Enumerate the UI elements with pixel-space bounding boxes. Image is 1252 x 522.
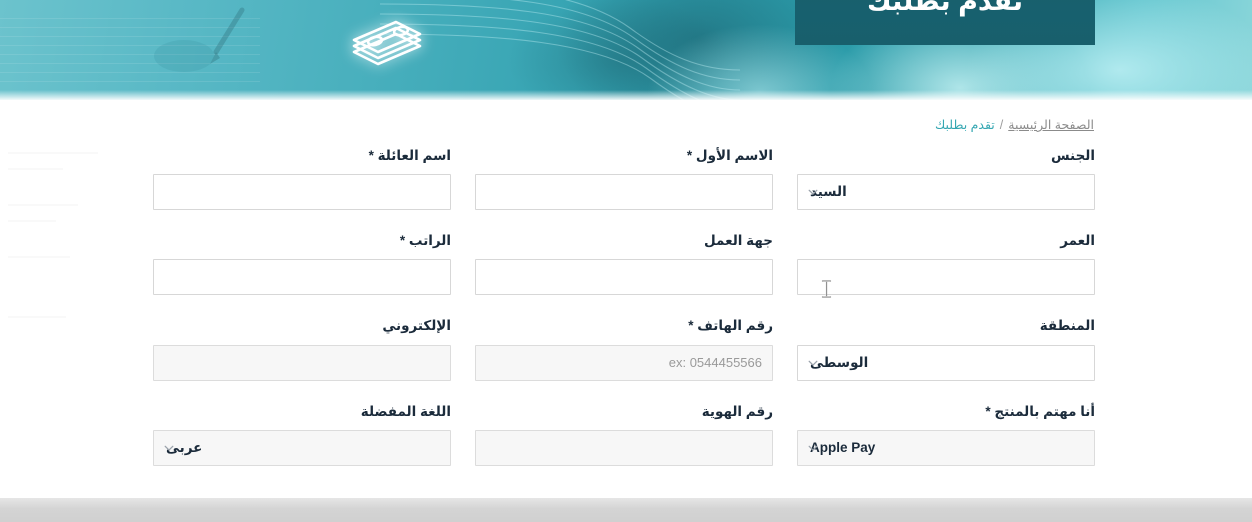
field-1-1-label-text: جهة العمل xyxy=(704,233,773,249)
field-0-2-required-marker: * xyxy=(368,148,374,163)
breadcrumb-home-link[interactable]: الصفحة الرئيسية xyxy=(1008,117,1094,132)
field-1-2-input[interactable] xyxy=(154,260,450,295)
field-3-1-input[interactable] xyxy=(476,430,772,465)
field-0-1-input-wrap[interactable] xyxy=(475,174,773,211)
field-1-2-input-wrap[interactable] xyxy=(153,259,451,296)
money-stack-icon xyxy=(348,14,426,74)
form-field: رقم الهوية xyxy=(475,404,773,466)
form-row: الجنس السيد الاسم الأول * اسم العائلة * xyxy=(153,148,1095,211)
field-2-2-input[interactable] xyxy=(154,345,450,380)
field-0-2-input[interactable] xyxy=(154,175,450,210)
application-form: الجنس السيد الاسم الأول * اسم العائلة * العم… xyxy=(0,148,1252,466)
field-1-0-label: العمر xyxy=(797,233,1095,249)
form-field: اللغة المفضلة عربى xyxy=(153,404,451,466)
field-0-2-input-wrap[interactable] xyxy=(153,174,451,211)
form-row: المنطقة الوسطى رقم الهاتف * الإلكتروني xyxy=(153,318,1095,381)
application-form-page: تقدم بطلبك الصفحة الرئيسية / تقدم بطلبك … xyxy=(0,0,1252,522)
field-0-0-select[interactable]: السيد xyxy=(797,174,1095,211)
field-0-0-selected-value[interactable]: السيد xyxy=(798,175,1094,209)
form-field: الاسم الأول * xyxy=(475,148,773,211)
field-0-0-label-text: الجنس xyxy=(1050,148,1095,163)
field-3-0-selected-value[interactable]: Apple Pay xyxy=(798,431,1094,465)
form-field: الجنس السيد xyxy=(797,148,1095,211)
field-3-2-label: اللغة المفضلة xyxy=(153,404,451,420)
field-1-1-input[interactable] xyxy=(476,260,772,295)
field-2-1-input[interactable] xyxy=(476,345,772,380)
breadcrumb: الصفحة الرئيسية / تقدم بطلبك xyxy=(935,117,1094,133)
field-1-2-required-marker: * xyxy=(399,233,406,249)
field-1-0-label-text: العمر xyxy=(1060,233,1095,249)
field-0-1-label: الاسم الأول * xyxy=(475,148,773,164)
field-3-1-label-text: رقم الهوية xyxy=(701,403,773,419)
field-2-0-label: المنطقة xyxy=(797,318,1095,334)
field-3-0-required-marker: * xyxy=(985,403,991,419)
field-2-0-select[interactable]: الوسطى xyxy=(797,344,1095,381)
breadcrumb-separator: / xyxy=(999,117,1004,132)
hero-swoosh-lines xyxy=(380,0,740,100)
field-3-0-select[interactable]: Apple Pay xyxy=(797,429,1095,466)
field-2-1-required-marker: * xyxy=(688,318,694,334)
field-2-1-label-text: رقم الهاتف xyxy=(697,318,773,334)
field-3-2-select[interactable]: عربى xyxy=(153,429,451,466)
hero-title-plate: تقدم بطلبك xyxy=(795,0,1095,45)
field-1-0-input-wrap[interactable] xyxy=(797,259,1095,296)
field-3-2-label-text: اللغة المفضلة xyxy=(360,403,451,419)
form-field: المنطقة الوسطى xyxy=(797,318,1095,381)
field-2-1-input-wrap[interactable] xyxy=(475,344,773,381)
field-0-1-label-text: الاسم الأول xyxy=(695,148,773,163)
hero-title: تقدم بطلبك xyxy=(866,0,1024,16)
hero-bottom-fade xyxy=(0,90,1252,100)
field-2-0-selected-value[interactable]: الوسطى xyxy=(798,346,1094,380)
breadcrumb-container: الصفحة الرئيسية / تقدم بطلبك xyxy=(0,100,1252,133)
field-2-1-label: رقم الهاتف * xyxy=(475,318,773,334)
form-field: جهة العمل xyxy=(475,233,773,296)
hero-pen-decoration xyxy=(150,6,270,76)
form-field: أنا مهتم بالمنتج * Apple Pay xyxy=(797,404,1095,466)
field-3-0-label: أنا مهتم بالمنتج * xyxy=(797,404,1095,420)
field-3-0-label-text: أنا مهتم بالمنتج xyxy=(994,403,1095,419)
field-0-1-input[interactable] xyxy=(476,175,772,210)
field-0-2-label-text: اسم العائلة xyxy=(377,148,451,163)
field-2-0-label-text: المنطقة xyxy=(1039,318,1095,334)
page-bottom-strip xyxy=(0,498,1252,522)
field-2-2-input-wrap[interactable] xyxy=(153,344,451,381)
form-field: رقم الهاتف * xyxy=(475,318,773,381)
field-3-2-selected-value[interactable]: عربى xyxy=(154,431,450,465)
form-row: أنا مهتم بالمنتج * Apple Pay رقم الهوية الل… xyxy=(153,404,1095,466)
field-0-2-label: اسم العائلة * xyxy=(153,148,451,164)
form-row: العمر جهة العمل الراتب * xyxy=(153,233,1095,296)
hero-banner: تقدم بطلبك xyxy=(0,0,1252,100)
field-1-1-label: جهة العمل xyxy=(475,233,773,249)
field-0-1-required-marker: * xyxy=(686,148,693,163)
field-1-0-input[interactable] xyxy=(798,260,1094,295)
field-0-0-label: الجنس xyxy=(797,148,1095,164)
form-field: اسم العائلة * xyxy=(153,148,451,211)
field-3-1-label: رقم الهوية xyxy=(475,404,773,420)
form-field: العمر xyxy=(797,233,1095,296)
field-1-2-label: الراتب * xyxy=(153,233,451,249)
field-1-1-input-wrap[interactable] xyxy=(475,259,773,296)
form-field: الإلكتروني xyxy=(153,318,451,381)
form-field: الراتب * xyxy=(153,233,451,296)
field-2-2-label: الإلكتروني xyxy=(153,318,451,334)
field-2-2-label-text: الإلكتروني xyxy=(382,318,451,334)
field-3-1-input-wrap[interactable] xyxy=(475,429,773,466)
breadcrumb-current: تقدم بطلبك xyxy=(935,118,995,132)
hero-streak-decoration xyxy=(0,18,260,88)
field-1-2-label-text: الراتب xyxy=(408,233,451,249)
